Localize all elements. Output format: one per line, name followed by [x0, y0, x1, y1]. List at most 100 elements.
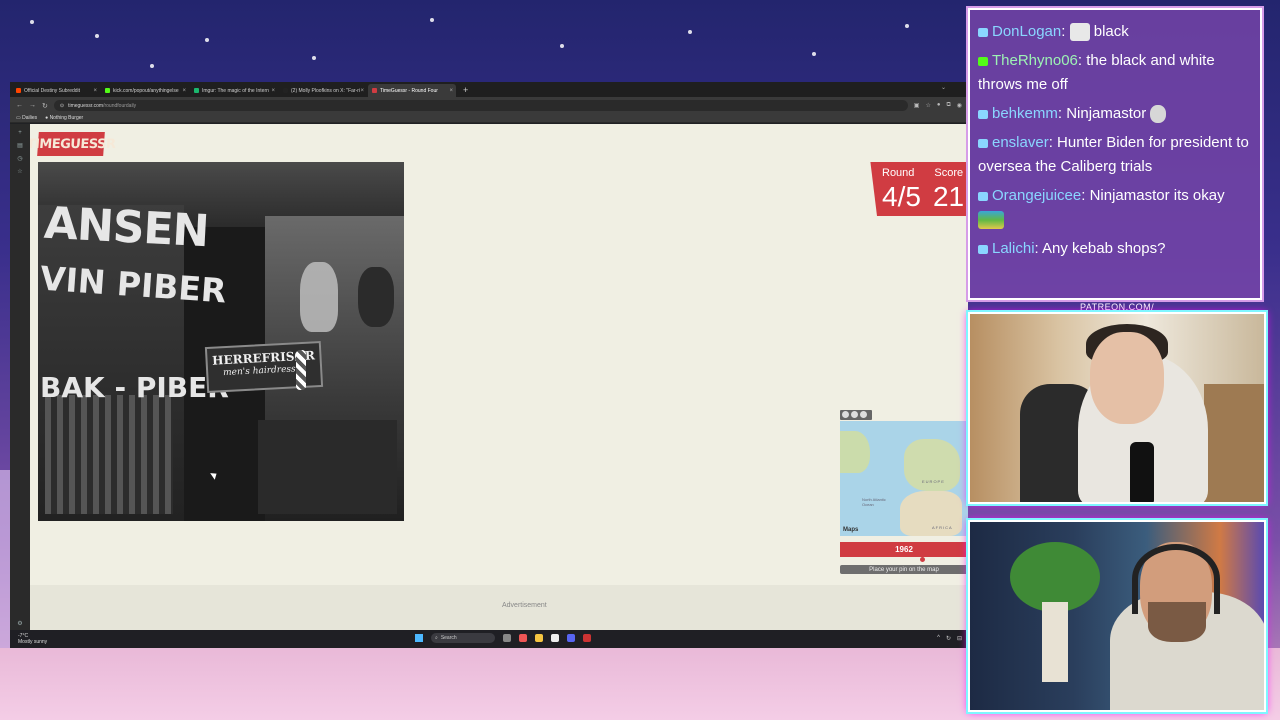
barber-pole — [296, 350, 306, 390]
skull-emote-icon — [1150, 105, 1167, 124]
chat-username[interactable]: enslaver — [992, 134, 1049, 151]
tab-favicon-icon — [105, 88, 110, 93]
tab-close-icon[interactable]: × — [93, 88, 97, 94]
taskbar-search[interactable]: ⌕ Search — [431, 633, 495, 643]
tab-label: TimeGuessr - Round Four — [380, 87, 438, 94]
webcam-top — [968, 312, 1266, 504]
photo-lower-window — [257, 420, 397, 514]
chat-username[interactable]: DonLogan — [992, 23, 1061, 40]
task-view-icon[interactable] — [503, 634, 511, 642]
cam1-head — [1090, 332, 1164, 424]
tray-network-icon[interactable]: ⊟ — [957, 635, 962, 642]
tab-close-icon[interactable]: × — [182, 88, 186, 94]
map-pin-icon[interactable] — [851, 411, 858, 418]
tab-label: Official Destiny Subreddit — [24, 87, 81, 94]
cam1-microphone — [1130, 442, 1154, 502]
chat-username[interactable]: Lalichi — [992, 240, 1035, 257]
year-slider[interactable] — [840, 557, 968, 563]
system-tray: ^ ↻ ⊟ — [937, 635, 962, 642]
site-info-icon[interactable]: ⊙ — [60, 103, 64, 109]
round-value: 4/5 — [882, 181, 921, 212]
bookmark-dailies[interactable]: ▭ Dailies — [16, 115, 37, 121]
sidebar-wallet-icon[interactable]: ▤ — [17, 142, 23, 149]
chat-message: TheRhyno06: the black and white throws m… — [978, 49, 1252, 97]
forward-icon[interactable]: → — [29, 102, 36, 109]
mouse-cursor-icon — [210, 470, 219, 480]
chat-username[interactable]: Orangejuicee — [992, 187, 1081, 204]
new-tab-button[interactable]: + — [457, 84, 474, 97]
notes-app-icon[interactable] — [551, 634, 559, 642]
browser-tab[interactable]: Official Destiny Subreddit × — [12, 84, 100, 97]
maps-brand-label: Maps — [843, 527, 859, 533]
sidebar-add-icon[interactable]: + — [18, 130, 22, 136]
extension-icon[interactable]: ● — [937, 102, 941, 109]
taskbar-search-label: Search — [440, 635, 457, 641]
map-label-europe: EUROPE — [922, 479, 945, 484]
photo-sign-bak-piber: BAK - PIBER — [40, 371, 229, 404]
advertisement-label: Advertisement — [502, 602, 547, 609]
sidebar-gear-icon[interactable]: ⚙ — [17, 620, 22, 627]
twitch-badge-icon — [978, 109, 988, 119]
photo-dark-sign — [358, 267, 394, 327]
chat-username[interactable]: TheRhyno06 — [992, 52, 1078, 69]
round-photo[interactable]: ANSEN VIN PIBER BAK - PIBER HERREFRISØR … — [38, 162, 404, 521]
screenshot-icon[interactable]: ▣ — [914, 102, 920, 109]
bookmark-nothing-burger[interactable]: ● Nothing Burger — [45, 115, 83, 121]
tab-search-chevron-icon[interactable]: ⌄ — [941, 84, 946, 91]
tab-close-icon[interactable]: × — [271, 88, 275, 94]
sidebar-star-icon[interactable]: ☆ — [17, 168, 22, 175]
browser-tab[interactable]: kick.com/popout/anythingelse × — [101, 84, 189, 97]
twitch-badge-icon — [978, 138, 988, 148]
sidebar-history-icon[interactable]: ◷ — [17, 155, 22, 162]
twitch-badge-icon — [978, 244, 988, 254]
tray-sync-icon[interactable]: ↻ — [946, 635, 951, 642]
guess-map-widget: EUROPE AFRICA North Atlantic Ocean Maps … — [840, 410, 968, 582]
browser-tab[interactable]: Imgur: The magic of the Intern × — [190, 84, 278, 97]
map-land-americas — [840, 431, 870, 473]
cam1-cabinet — [1204, 384, 1264, 502]
stream-chat-overlay: DonLogan: black TheRhyno06: the black and… — [968, 8, 1262, 300]
chat-message: Orangejuicee: Ninjamastor its okay — [978, 184, 1252, 232]
bookmark-star-icon[interactable]: ☆ — [925, 102, 930, 109]
webcam-bottom — [968, 520, 1266, 712]
browser-tab[interactable]: TimeGuessr - Round Four × — [368, 84, 456, 97]
profile-icon[interactable]: ◉ — [957, 102, 962, 109]
map-resize-icon[interactable] — [842, 411, 849, 418]
bookmarks-bar: ▭ Dailies ● Nothing Burger — [10, 114, 968, 123]
year-slider-thumb[interactable] — [919, 557, 925, 562]
discord-icon[interactable] — [567, 634, 575, 642]
reload-icon[interactable]: ↻ — [42, 102, 48, 110]
tab-favicon-icon — [372, 88, 377, 93]
url-bar[interactable]: ⊙ timeguessr.com/roundfourdaily — [53, 100, 908, 111]
back-icon[interactable]: ← — [16, 102, 23, 109]
browser-window: Official Destiny Subreddit × kick.com/popo… — [10, 82, 968, 648]
tab-close-icon[interactable]: × — [360, 88, 364, 94]
puzzle-icon[interactable]: ⧉ — [946, 102, 950, 109]
world-map[interactable]: EUROPE AFRICA North Atlantic Ocean Maps — [840, 421, 968, 536]
advertisement-bar: Advertisement — [30, 585, 968, 633]
timeguessr-logo[interactable]: TIMEGUESSR — [30, 132, 116, 156]
face-emote-icon — [1069, 23, 1090, 42]
weather-widget[interactable]: -7°C Mostly sunny — [18, 633, 47, 645]
cam2-plant-stand — [1042, 602, 1068, 682]
file-explorer-icon[interactable] — [535, 634, 543, 642]
round-score-panel: Round Score 4/5 21, — [870, 162, 968, 216]
place-pin-button[interactable]: Place your pin on the map — [840, 565, 968, 574]
chat-username[interactable]: behkemm — [992, 105, 1058, 122]
score-value: 21, — [932, 181, 968, 212]
kick-badge-icon — [978, 56, 988, 66]
extensions-area: ▣ ☆ ● ⧉ ◉ — [914, 102, 962, 109]
tray-chevron-icon[interactable]: ^ — [937, 635, 940, 642]
address-toolbar: ← → ↻ ⊙ timeguessr.com/roundfourdaily ▣ … — [10, 97, 968, 114]
obs-icon[interactable] — [583, 634, 591, 642]
map-expand-icon[interactable] — [860, 411, 867, 418]
tab-bar: Official Destiny Subreddit × kick.com/popo… — [10, 82, 968, 97]
map-label-africa: AFRICA — [932, 525, 953, 530]
browser-app-icon[interactable] — [519, 634, 527, 642]
maps-brand: Maps — [843, 527, 858, 533]
page-viewport: TIMEGUESSR ANSEN VIN PIBER BAK - PIBER H… — [30, 124, 968, 633]
tab-close-icon[interactable]: × — [449, 88, 453, 94]
windows-start-icon[interactable] — [415, 634, 423, 642]
browser-tab[interactable]: (2) Molly Ploofkins on X: "Far-ri × — [279, 84, 367, 97]
chat-text: black — [1089, 23, 1129, 40]
